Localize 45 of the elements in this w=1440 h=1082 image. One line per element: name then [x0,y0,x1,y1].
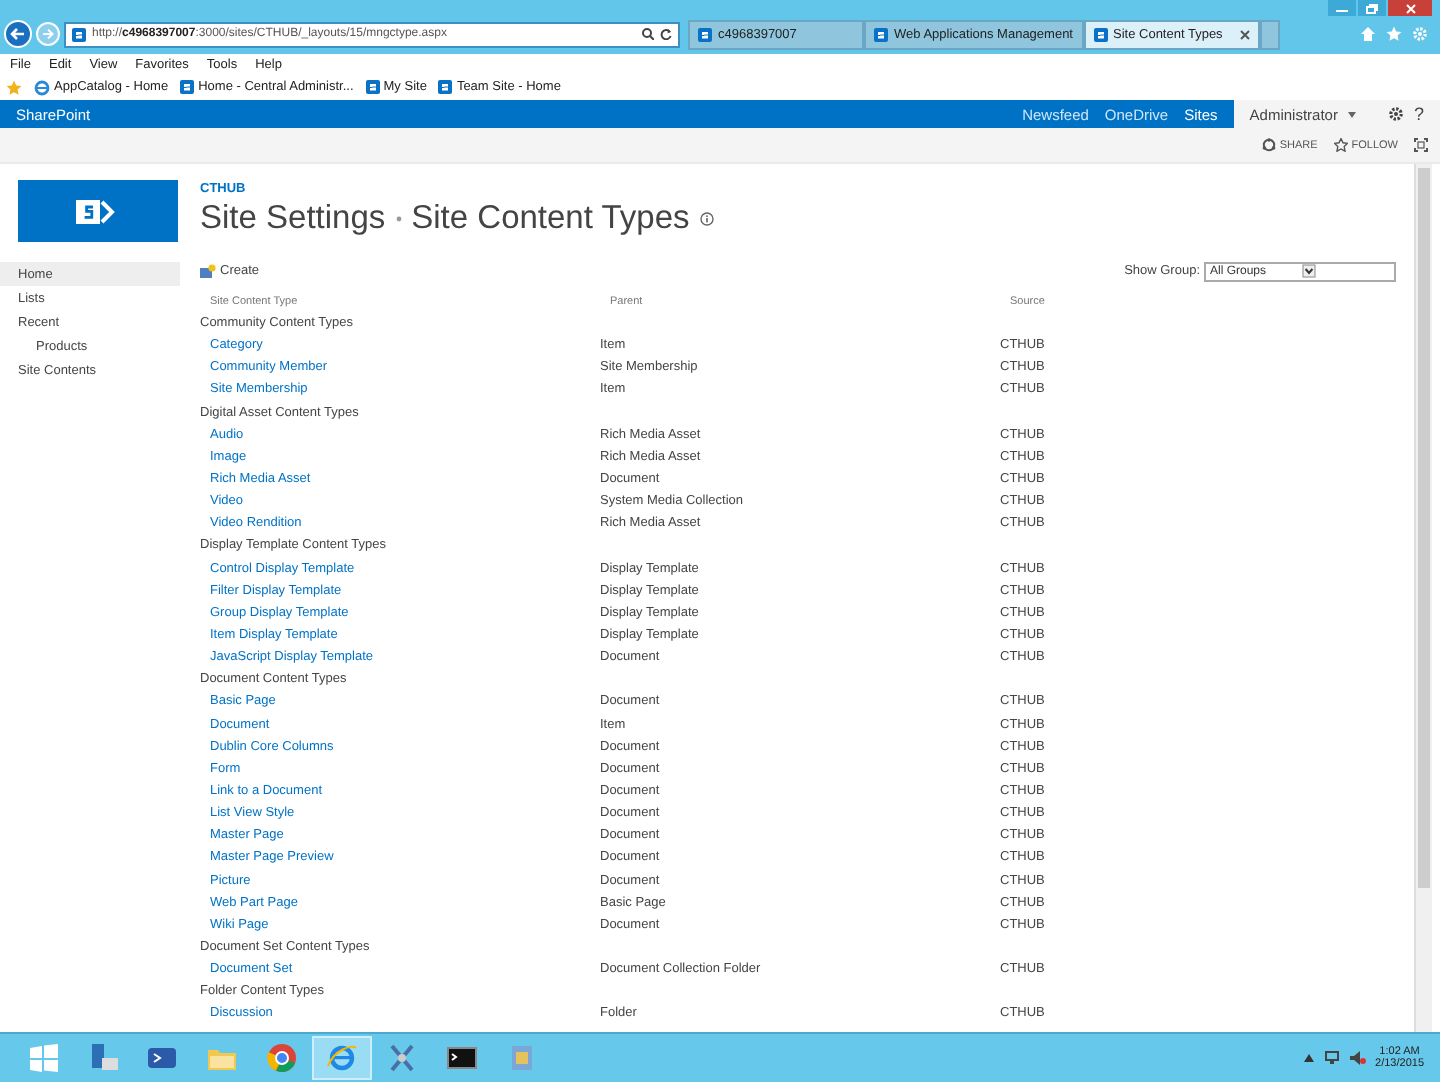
minimize-icon [1336,4,1348,12]
restore-icon [1366,3,1378,13]
server-manager-icon [86,1042,118,1074]
scrollbar-thumb[interactable] [1418,168,1430,888]
volume-icon[interactable] [1349,1050,1366,1066]
browser-icon [34,79,50,95]
star-icon[interactable] [1386,26,1402,42]
close-icon [1405,3,1415,13]
sharepoint-icon [1093,27,1107,41]
caret-icon [1347,111,1356,117]
minimize-button[interactable] [1328,0,1356,16]
terminal-icon [146,1042,178,1074]
network-icon[interactable] [1323,1050,1340,1066]
new-item-icon [200,264,216,278]
home-icon[interactable] [1360,26,1376,42]
favorites-star-icon[interactable] [6,79,22,95]
refresh-icon[interactable] [660,28,672,40]
help-link[interactable]: ? [1413,104,1424,124]
dropdown-arrow-icon[interactable] [1302,264,1316,278]
sharepoint-icon [698,27,712,41]
focus-icon[interactable] [1414,138,1428,152]
sharepoint-icon [72,27,86,41]
sharepoint-icon [874,27,888,41]
sharepoint-logo-icon [76,195,120,227]
info-icon[interactable] [699,212,714,226]
browser-icon [326,1042,358,1074]
search-icon[interactable] [642,28,654,40]
maximize-button[interactable] [1358,0,1386,16]
tools-icon [386,1042,418,1074]
windows-logo-icon [30,1044,58,1072]
page-title-link[interactable]: Site Settings [200,200,386,238]
console-icon [446,1042,478,1074]
settings-icon[interactable] [1387,106,1404,122]
close-icon[interactable] [1239,29,1249,39]
share-icon [1261,138,1276,152]
site-logo[interactable] [18,180,178,242]
installer-icon [506,1042,538,1074]
separator-icon [395,216,402,222]
tray-arrow-icon[interactable] [1303,1054,1314,1062]
forward-button[interactable] [36,22,60,46]
back-button[interactable] [4,20,32,48]
page-title: Site Content Types [411,200,690,238]
browser-icon [266,1042,298,1074]
star-icon [1333,138,1348,152]
close-button[interactable] [1388,0,1432,16]
